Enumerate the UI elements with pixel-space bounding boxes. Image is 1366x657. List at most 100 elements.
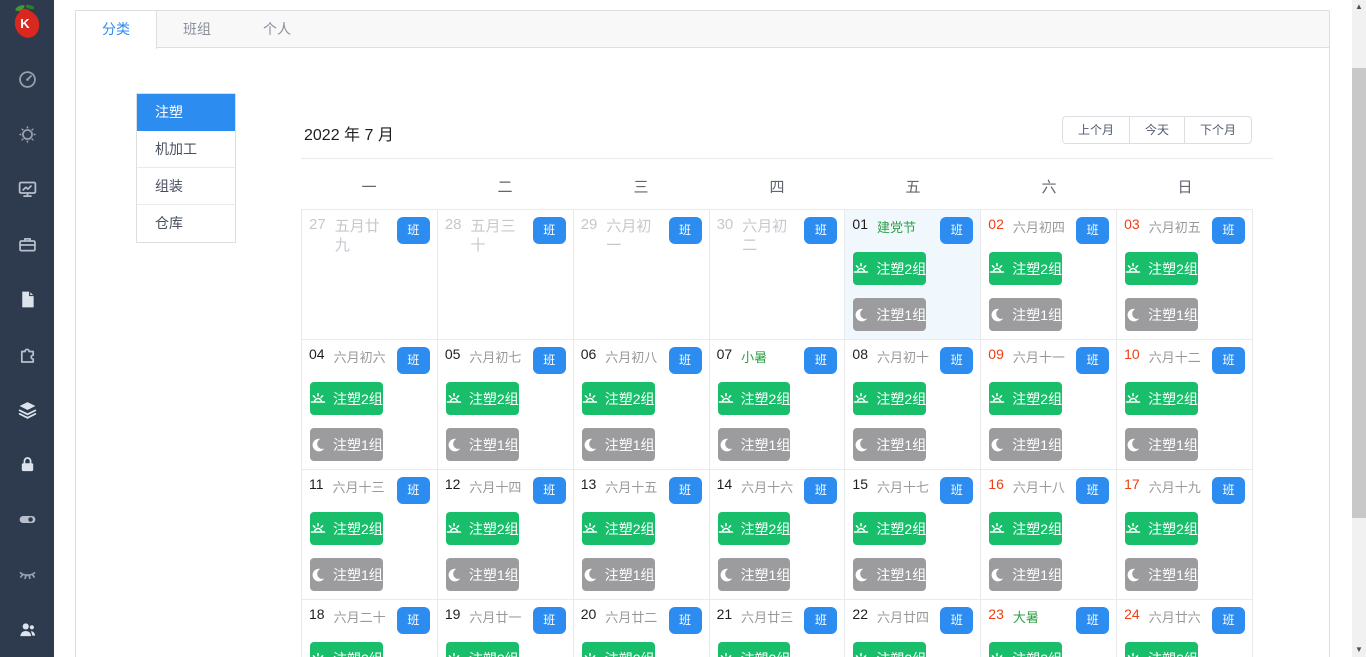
shift-badge[interactable]: 班 [532,347,566,374]
night-shift-button[interactable]: 注塑1组 [853,558,927,591]
calendar-cell[interactable]: 21六月廿三班注塑2组注塑1组 [709,600,846,657]
calendar-cell[interactable]: 19六月廿一班注塑2组注塑1组 [437,600,574,657]
night-shift-button[interactable]: 注塑1组 [1125,558,1198,591]
calendar-cell[interactable]: 13 六月十五班注塑2组 注塑1组 [573,470,710,600]
day-shift-button[interactable]: 注塑2组 [445,512,519,545]
calendar-cell[interactable]: 29 六月初一班 [573,210,710,340]
shift-badge[interactable]: 班 [1076,607,1110,634]
day-shift-button[interactable]: 注塑2组 [310,512,383,545]
puzzle-icon[interactable] [0,327,54,382]
calendar-cell[interactable]: 24六月廿六班注塑2组注塑1组 [1117,600,1253,657]
tab-category[interactable]: 分类 [75,11,157,49]
calendar-cell[interactable]: 18六月二十班注塑2组注塑1组 [302,600,438,657]
scroll-thumb[interactable] [1352,68,1366,518]
day-shift-button[interactable]: 注塑2组 [581,642,655,657]
shift-badge[interactable]: 班 [1076,347,1110,374]
night-shift-button[interactable]: 注塑1组 [310,428,383,461]
night-shift-button[interactable]: 注塑1组 [445,558,519,591]
category-item-machining[interactable]: 机加工 [137,131,235,168]
tab-team[interactable]: 班组 [157,11,237,49]
day-shift-button[interactable]: 注塑2组 [1125,382,1198,415]
day-shift-button[interactable]: 注塑2组 [989,382,1063,415]
night-shift-button[interactable]: 注塑1组 [989,298,1063,331]
shift-badge[interactable]: 班 [668,607,702,634]
shift-badge[interactable]: 班 [532,217,566,244]
dashboard-icon[interactable] [0,52,54,107]
calendar-cell[interactable]: 05 六月初七班注塑2组 注塑1组 [437,340,574,470]
shift-badge[interactable]: 班 [396,477,430,504]
day-shift-button[interactable]: 注塑2组 [989,252,1063,285]
night-shift-button[interactable]: 注塑1组 [445,428,519,461]
eye-closed-icon[interactable] [0,547,54,602]
calendar-cell[interactable]: 28 五月三十班 [437,210,574,340]
users-icon[interactable] [0,602,54,657]
calendar-cell[interactable]: 23大暑班注塑2组注塑1组 [981,600,1118,657]
shift-badge[interactable]: 班 [668,477,702,504]
calendar-cell[interactable]: 01 建党节 班注塑2组 注塑1组 [845,210,982,340]
shift-badge[interactable]: 班 [532,607,566,634]
day-shift-button[interactable]: 注塑2组 [853,642,927,657]
calendar-cell[interactable]: 15 六月十七班注塑2组 注塑1组 [845,470,982,600]
day-shift-button[interactable]: 注塑2组 [853,252,927,285]
shift-badge[interactable]: 班 [1076,477,1110,504]
app-logo[interactable]: K [0,0,54,44]
gear-icon[interactable] [0,107,54,162]
day-shift-button[interactable]: 注塑2组 [717,642,791,657]
night-shift-button[interactable]: 注塑1组 [310,558,383,591]
calendar-cell[interactable]: 27 五月廿九班 [302,210,438,340]
toggle-icon[interactable] [0,492,54,547]
day-shift-button[interactable]: 注塑2组 [445,382,519,415]
night-shift-button[interactable]: 注塑1组 [853,298,927,331]
scroll-down-arrow[interactable]: ▼ [1352,643,1366,657]
day-shift-button[interactable]: 注塑2组 [853,382,927,415]
night-shift-button[interactable]: 注塑1组 [853,428,927,461]
calendar-cell[interactable]: 20六月廿二班注塑2组注塑1组 [573,600,710,657]
shift-badge[interactable]: 班 [940,607,974,634]
layers-icon[interactable] [0,382,54,437]
shift-badge[interactable]: 班 [804,347,838,374]
day-shift-button[interactable]: 注塑2组 [853,512,927,545]
category-item-warehouse[interactable]: 仓库 [137,205,235,242]
scrollbar[interactable]: ▲ ▼ [1352,0,1366,657]
briefcase-icon[interactable] [0,217,54,272]
calendar-cell[interactable]: 06 六月初八班注塑2组 注塑1组 [573,340,710,470]
shift-badge[interactable]: 班 [1212,217,1245,244]
day-shift-button[interactable]: 注塑2组 [717,382,791,415]
night-shift-button[interactable]: 注塑1组 [717,428,791,461]
day-shift-button[interactable]: 注塑2组 [581,382,655,415]
lock-icon[interactable] [0,437,54,492]
day-shift-button[interactable]: 注塑2组 [581,512,655,545]
shift-badge[interactable]: 班 [532,477,566,504]
prev-month-button[interactable]: 上个月 [1061,116,1130,144]
calendar-cell[interactable]: 10 六月十二班注塑2组 注塑1组 [1117,340,1253,470]
calendar-cell[interactable]: 08 六月初十班注塑2组 注塑1组 [845,340,982,470]
calendar-cell[interactable]: 09 六月十一班注塑2组 注塑1组 [981,340,1118,470]
calendar-cell[interactable]: 16 六月十八班注塑2组 注塑1组 [981,470,1118,600]
calendar-cell[interactable]: 11 六月十三班注塑2组 注塑1组 [302,470,438,600]
shift-badge[interactable]: 班 [1076,217,1110,244]
day-shift-button[interactable]: 注塑2组 [1125,252,1198,285]
shift-badge[interactable]: 班 [1212,607,1245,634]
monitor-chart-icon[interactable] [0,162,54,217]
shift-badge[interactable]: 班 [668,217,702,244]
category-item-assembly[interactable]: 组装 [137,168,235,205]
shift-badge[interactable]: 班 [804,477,838,504]
calendar-cell[interactable]: 22六月廿四班注塑2组注塑1组 [845,600,982,657]
day-shift-button[interactable]: 注塑2组 [989,642,1063,657]
category-item-injection[interactable]: 注塑 [137,94,235,131]
day-shift-button[interactable]: 注塑2组 [989,512,1063,545]
calendar-cell[interactable]: 07 小暑 班注塑2组 注塑1组 [709,340,846,470]
night-shift-button[interactable]: 注塑1组 [717,558,791,591]
shift-badge[interactable]: 班 [940,347,974,374]
day-shift-button[interactable]: 注塑2组 [1125,642,1198,657]
scroll-up-arrow[interactable]: ▲ [1352,0,1366,14]
night-shift-button[interactable]: 注塑1组 [989,558,1063,591]
calendar-cell[interactable]: 17 六月十九班注塑2组 注塑1组 [1117,470,1253,600]
calendar-cell[interactable]: 03 六月初五班注塑2组 注塑1组 [1117,210,1253,340]
night-shift-button[interactable]: 注塑1组 [1125,298,1198,331]
calendar-cell[interactable]: 12 六月十四班注塑2组 注塑1组 [437,470,574,600]
today-button[interactable]: 今天 [1128,116,1185,144]
tab-personal[interactable]: 个人 [237,11,317,49]
next-month-button[interactable]: 下个月 [1183,116,1252,144]
shift-badge[interactable]: 班 [940,217,974,244]
